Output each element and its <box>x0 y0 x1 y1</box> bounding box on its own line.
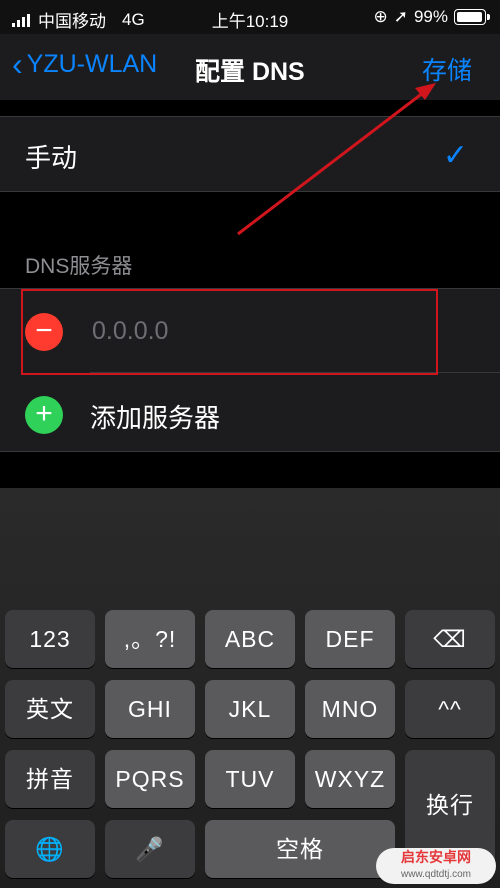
key-punctuation[interactable]: ,。?! <box>105 610 195 668</box>
key-abc[interactable]: ABC <box>205 610 295 668</box>
backspace-icon[interactable]: ⌫ <box>405 610 495 668</box>
key-emoticon[interactable]: ^^ <box>405 680 495 738</box>
watermark-url: www.qdtdtj.com <box>400 869 472 880</box>
key-ghi[interactable]: GHI <box>105 680 195 738</box>
key-mno[interactable]: MNO <box>305 680 395 738</box>
key-english[interactable]: 英文 <box>5 680 95 738</box>
keyboard: 123 ,。?! ABC DEF ⌫ 英文 GHI JKL MNO ^^ 拼音 … <box>0 488 500 888</box>
watermark-name: 启东安卓网 <box>401 849 471 865</box>
globe-icon[interactable]: 🌐 <box>5 820 95 878</box>
key-def[interactable]: DEF <box>305 610 395 668</box>
annotation-arrow <box>237 83 436 236</box>
microphone-icon[interactable]: 🎤 <box>105 820 195 878</box>
key-pinyin[interactable]: 拼音 <box>5 750 95 808</box>
key-wxyz[interactable]: WXYZ <box>305 750 395 808</box>
key-space[interactable]: 空格 <box>205 820 395 878</box>
watermark-logo: 启东安卓网 www.qdtdtj.com <box>376 848 496 884</box>
key-pqrs[interactable]: PQRS <box>105 750 195 808</box>
key-jkl[interactable]: JKL <box>205 680 295 738</box>
key-tuv[interactable]: TUV <box>205 750 295 808</box>
key-123[interactable]: 123 <box>5 610 95 668</box>
